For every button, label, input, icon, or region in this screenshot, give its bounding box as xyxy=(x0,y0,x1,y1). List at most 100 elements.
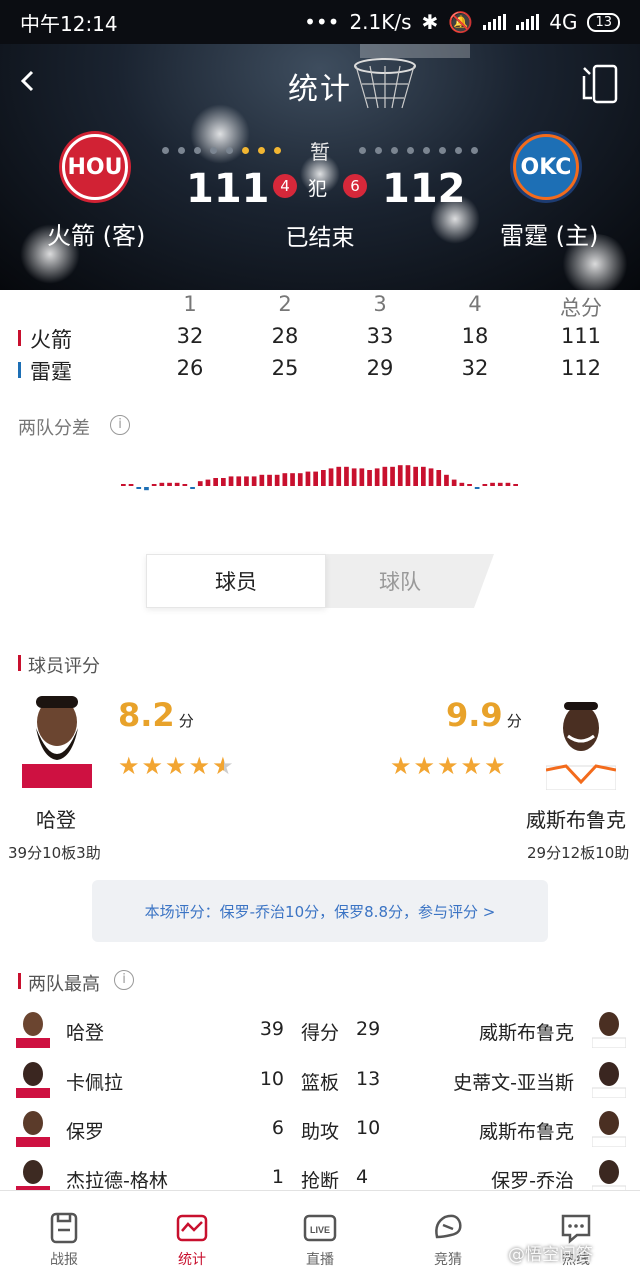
info-icon[interactable]: i xyxy=(114,970,134,990)
right-player-line: 29分12板10助 xyxy=(527,844,630,862)
status-bar: 中午12:14 ••• 2.1K/s ✱ 🔕 4G 13 xyxy=(0,0,640,44)
leader-row[interactable]: 保罗 6 助攻 10 威斯布鲁克 xyxy=(0,1105,640,1153)
diff-bar xyxy=(413,466,418,486)
left-player-name[interactable]: 哈登 xyxy=(36,804,76,833)
rotate-screen-icon xyxy=(582,64,618,104)
away-team-logo[interactable]: HOU xyxy=(62,134,128,200)
diff-bar xyxy=(197,481,203,486)
table-cell: 112 xyxy=(560,356,602,380)
diff-bar xyxy=(351,468,357,486)
team-label: 雷霆 xyxy=(18,356,118,386)
star-full-icon: ★ xyxy=(413,752,438,780)
left-leader-name: 杰拉德-格林 xyxy=(66,1170,168,1192)
left-leader-value: 1 xyxy=(271,1166,284,1188)
right-leader-name: 威斯布鲁克 xyxy=(478,1022,574,1044)
right-leader-name: 威斯布鲁克 xyxy=(478,1121,574,1143)
status-icons: ••• 2.1K/s ✱ 🔕 4G 13 xyxy=(304,10,620,34)
nav-hotline[interactable]: 热线 xyxy=(512,1191,640,1280)
view-tabs: 球队 球员 xyxy=(146,554,494,608)
table-cell: 26 xyxy=(176,356,204,380)
home-team-logo[interactable]: OKC xyxy=(513,134,579,200)
signal-icon xyxy=(483,14,507,30)
stat-label: 抢断 xyxy=(301,1170,340,1192)
score-diff-chart xyxy=(121,465,518,491)
diff-bar xyxy=(136,487,142,489)
right-leader-name: 保罗-乔治 xyxy=(491,1170,574,1192)
rating-notice-link[interactable]: 本场评分：保罗-乔治10分，保罗8.8分，参与评分 > xyxy=(92,880,548,942)
bottom-nav: 战报 统计 LIVE 直播 竞猜 热线 xyxy=(0,1190,640,1280)
leader-row[interactable]: 卡佩拉 10 篮板 13 史蒂文-亚当斯 xyxy=(0,1056,640,1104)
diff-bar xyxy=(182,484,188,486)
star-full-icon: ★ xyxy=(460,752,485,780)
leaders-section-title: 两队最高 xyxy=(18,970,100,996)
diff-bar xyxy=(274,474,280,486)
star-full-icon: ★ xyxy=(437,752,461,780)
diff-bar xyxy=(482,484,488,486)
rotate-screen-button[interactable] xyxy=(580,62,620,106)
network-type: 4G xyxy=(549,10,578,34)
diff-bar xyxy=(367,470,372,486)
harden-avatar[interactable] xyxy=(22,688,92,788)
left-leader-name: 保罗 xyxy=(66,1121,105,1143)
table-cell: 33 xyxy=(366,324,394,348)
westbrook-avatar[interactable] xyxy=(546,690,616,790)
right-star-rating: ★★★★★ xyxy=(390,752,508,780)
player-avatar xyxy=(16,1111,50,1147)
game-header: 统计 暂 HOU OKC 火箭 (客) 雷霆 (主) 111 4 犯 6 112… xyxy=(0,44,640,290)
star-full-icon: ★ xyxy=(188,752,213,780)
left-rating-value: 8.2 xyxy=(118,696,175,734)
table-cell: 32 xyxy=(176,324,204,348)
rating-unit: 分 xyxy=(178,712,194,730)
diff-bar xyxy=(505,482,511,486)
right-player-name[interactable]: 威斯布鲁克 xyxy=(526,804,626,833)
player-avatar xyxy=(592,1062,626,1098)
table-cell: 29 xyxy=(366,356,394,380)
star-half-icon: ★ xyxy=(212,752,236,780)
status-time: 中午12:14 xyxy=(20,11,118,36)
diff-bar xyxy=(121,484,126,486)
away-score: 111 xyxy=(186,166,270,212)
diff-bar xyxy=(344,466,349,486)
nav-stats[interactable]: 统计 xyxy=(128,1191,256,1280)
home-score: 112 xyxy=(382,166,466,212)
col-header: 3 xyxy=(373,292,387,316)
col-header: 总分 xyxy=(560,296,602,320)
table-cell: 111 xyxy=(560,324,602,348)
nav-guess[interactable]: 竞猜 xyxy=(384,1191,512,1280)
player-avatar xyxy=(16,1062,50,1098)
diff-bar xyxy=(313,471,318,486)
table-cell: 18 xyxy=(461,324,489,348)
table-row: 雷霆 26 25 29 32 112 xyxy=(0,356,640,388)
table-header-row: 1 2 3 4 总分 xyxy=(0,292,640,324)
diff-bar xyxy=(259,474,265,486)
live-icon: LIVE xyxy=(303,1214,337,1242)
diff-bar xyxy=(151,484,157,486)
leader-row[interactable]: 哈登 39 得分 29 威斯布鲁克 xyxy=(0,1006,640,1054)
network-speed: 2.1K/s xyxy=(349,10,412,34)
star-full-icon: ★ xyxy=(141,752,166,780)
table-cell: 25 xyxy=(271,356,299,380)
diff-bar xyxy=(251,476,257,486)
stat-label: 篮板 xyxy=(301,1072,340,1094)
diff-bar xyxy=(490,482,495,486)
nav-label: 直播 xyxy=(306,1252,334,1268)
battery-icon: 13 xyxy=(587,12,620,32)
tab-player[interactable]: 球员 xyxy=(146,554,326,608)
diff-bar xyxy=(405,465,411,486)
player-avatar xyxy=(592,1111,626,1147)
tab-team[interactable]: 球队 xyxy=(306,554,494,608)
diff-bar xyxy=(382,466,388,486)
right-leader-value: 13 xyxy=(356,1068,381,1090)
right-leader-value: 10 xyxy=(356,1117,381,1139)
rating-unit: 分 xyxy=(506,712,522,730)
left-rating: 8.2 分 xyxy=(118,696,194,734)
table-row: 火箭 32 28 33 18 111 xyxy=(0,324,640,356)
diff-bar xyxy=(421,466,426,486)
diff-bar xyxy=(397,465,403,486)
nav-live[interactable]: LIVE 直播 xyxy=(256,1191,384,1280)
info-icon[interactable]: i xyxy=(110,415,130,435)
left-leader-value: 6 xyxy=(271,1117,284,1139)
nav-report[interactable]: 战报 xyxy=(0,1191,128,1280)
stat-label: 助攻 xyxy=(301,1121,340,1143)
diff-bar xyxy=(297,473,303,486)
